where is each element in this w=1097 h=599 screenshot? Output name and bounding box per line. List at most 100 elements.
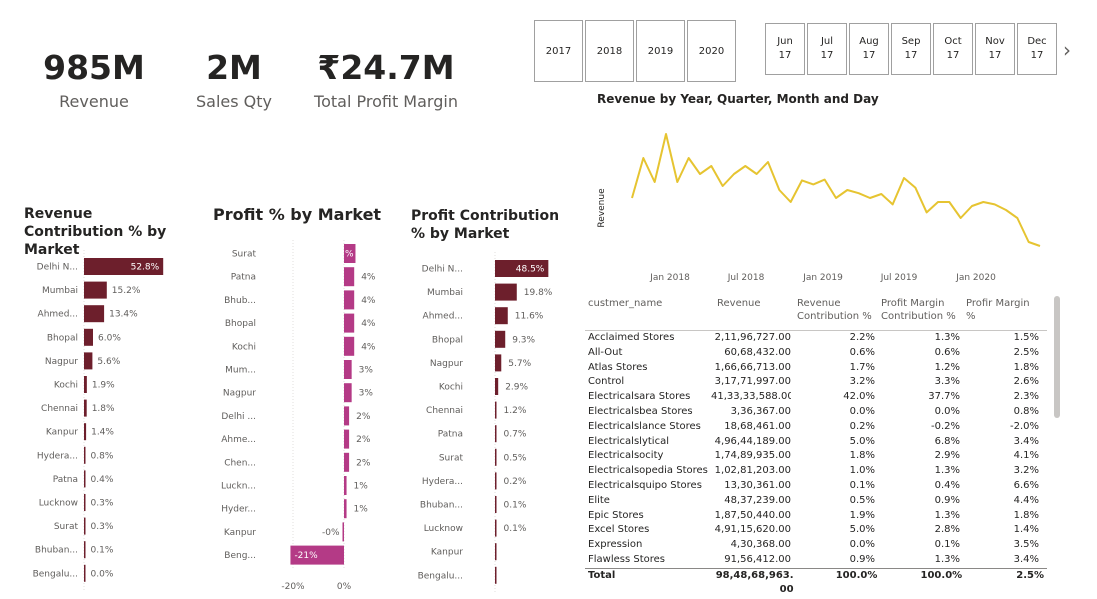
table-row[interactable]: Electricalslytical 4,96,44,189.00 5.0% 6.8%…	[585, 435, 1047, 450]
table-row[interactable]: Electricalsbea Stores 3,36,367.00 0.0% 0.0%…	[585, 405, 1047, 420]
bar[interactable]	[495, 425, 497, 443]
profit-pct-chart: Surat % Patna 4% Bhub... 4% Bhopal 4% Kochi 4% Mum…	[221, 240, 376, 592]
table-cell: 0.0%	[849, 405, 875, 417]
bar[interactable]	[495, 472, 497, 490]
chevron-right-icon[interactable]: ›	[1063, 38, 1071, 62]
table-row[interactable]: Electricalslance Stores 18,68,461.00 0.2% -…	[585, 420, 1047, 435]
bar[interactable]	[495, 401, 497, 419]
data-label: 0.3%	[91, 499, 114, 509]
table-cell: Excel Stores	[588, 524, 650, 536]
col-header-profit-margin-contribution[interactable]: Profit Margin Contribution %	[875, 292, 960, 330]
table-row[interactable]: Excel Stores 4,91,15,620.00 5.0% 2.8% 1.4%	[585, 523, 1047, 538]
bar[interactable]	[344, 499, 347, 519]
table-cell: 4.1%	[1013, 450, 1039, 462]
data-label: 0.8%	[91, 451, 114, 461]
year-button-2017[interactable]: 2017	[534, 20, 583, 82]
bar[interactable]	[495, 283, 517, 301]
bar[interactable]	[84, 399, 87, 417]
data-label: 3%	[359, 389, 374, 399]
col-header-customer[interactable]: custmer_name	[585, 292, 711, 330]
table-row[interactable]: Electricalsquipo Stores 13,30,361.00 0.1% 0…	[585, 479, 1047, 494]
bar[interactable]	[84, 470, 86, 488]
month-year: 17	[1030, 50, 1044, 61]
bar[interactable]	[344, 313, 355, 333]
table-cell: 1,02,81,203.00	[714, 465, 791, 477]
bar[interactable]	[84, 517, 86, 535]
data-label: 15.2%	[112, 286, 141, 296]
table-row[interactable]: Epic Stores 1,87,50,440.00 1.9% 1.3% 1.8%	[585, 509, 1047, 524]
table-cell: 1,66,66,713.00	[714, 361, 791, 373]
bar[interactable]	[344, 452, 350, 472]
category-label: Mum...	[225, 366, 256, 376]
bar[interactable]	[344, 360, 352, 379]
bar[interactable]	[344, 476, 347, 495]
table-row[interactable]: Elite 48,37,239.00 0.5% 0.9% 4.4%	[585, 494, 1047, 509]
table-cell: 2.6%	[1013, 376, 1039, 388]
col-header-profit-margin[interactable]: Profir Margin %	[960, 292, 1042, 330]
bar[interactable]	[495, 307, 508, 325]
table-cell: All-Out	[588, 346, 623, 358]
category-label: Hydera...	[37, 451, 78, 461]
table-cell: 4,30,368.00	[730, 539, 791, 551]
table-row[interactable]: Electricalsocity 1,74,89,935.00 1.8% 2.9% 4.…	[585, 449, 1047, 464]
bar[interactable]	[84, 376, 87, 393]
bar[interactable]	[495, 543, 497, 561]
table-row[interactable]: Atlas Stores 1,66,66,713.00 1.7% 1.2% 1.8%	[585, 361, 1047, 376]
data-label: 1.4%	[91, 428, 114, 438]
category-label: Bhopal	[47, 333, 78, 343]
bar[interactable]	[84, 328, 93, 346]
revenue-line[interactable]	[631, 133, 1041, 247]
bar[interactable]	[495, 354, 502, 372]
bar[interactable]	[84, 423, 87, 441]
month-button[interactable]: Jul 17	[807, 23, 847, 75]
table-scrollbar[interactable]	[1054, 296, 1060, 418]
table-cell: Electricalsara Stores	[588, 391, 691, 403]
year-button-2020[interactable]: 2020	[687, 20, 736, 82]
category-label: Bhopal	[432, 335, 463, 345]
bar[interactable]	[84, 305, 105, 323]
col-header-revenue-contribution[interactable]: Revenue Contribution %	[791, 292, 875, 330]
bar[interactable]	[495, 566, 497, 584]
bar[interactable]	[344, 429, 350, 449]
month-button[interactable]: Sep 17	[891, 23, 931, 75]
category-label: Hyder...	[221, 505, 256, 515]
bar[interactable]	[495, 496, 497, 513]
table-cell: 0.9%	[934, 494, 960, 506]
month-button[interactable]: Jun 17	[765, 23, 805, 75]
year-button-2018[interactable]: 2018	[585, 20, 634, 82]
month-button[interactable]: Oct 17	[933, 23, 973, 75]
table-cell: Electricalsquipo Stores	[588, 479, 702, 491]
table-row[interactable]: Acclaimed Stores 2,11,96,727.00 2.2% 1.3% 1.…	[585, 331, 1047, 346]
table-row[interactable]: Electricalsopedia Stores 1,02,81,203.00 1.…	[585, 464, 1047, 479]
bar[interactable]	[84, 494, 86, 511]
bar[interactable]	[84, 564, 86, 582]
bar[interactable]	[344, 290, 355, 310]
customer-table: custmer_name Revenue Revenue Contributio…	[585, 292, 1047, 597]
bar[interactable]	[84, 446, 86, 464]
col-header-revenue[interactable]: Revenue	[711, 292, 791, 330]
year-button-2019[interactable]: 2019	[636, 20, 685, 82]
bar[interactable]	[495, 378, 499, 395]
month-button[interactable]: Nov 17	[975, 23, 1015, 75]
bar[interactable]	[495, 330, 506, 348]
month-button[interactable]: Dec 17	[1017, 23, 1057, 75]
month-button[interactable]: Aug 17	[849, 23, 889, 75]
table-row[interactable]: Flawless Stores 91,56,412.00 0.9% 1.3% 3.4%	[585, 553, 1047, 568]
bar[interactable]	[344, 406, 350, 426]
table-row[interactable]: Control 3,17,71,997.00 3.2% 3.3% 2.6%	[585, 375, 1047, 390]
table-row[interactable]: Electricalsara Stores 41,33,33,588.00 42.0…	[585, 390, 1047, 405]
bar[interactable]	[344, 383, 352, 403]
table-cell: 3.5%	[1013, 539, 1039, 551]
bar[interactable]	[342, 522, 345, 542]
kpi-sales-qty-value: 2M	[206, 48, 262, 87]
table-row[interactable]: Expression 4,30,368.00 0.0% 0.1% 3.5%	[585, 538, 1047, 553]
category-label: Patna	[231, 273, 256, 283]
bar[interactable]	[344, 267, 355, 287]
bar[interactable]	[84, 352, 93, 370]
bar[interactable]	[344, 336, 355, 356]
bar[interactable]	[84, 541, 86, 559]
bar[interactable]	[495, 519, 497, 537]
bar[interactable]	[495, 448, 497, 466]
table-row[interactable]: All-Out 60,68,432.00 0.6% 0.6% 2.5%	[585, 346, 1047, 361]
bar[interactable]	[84, 281, 107, 299]
